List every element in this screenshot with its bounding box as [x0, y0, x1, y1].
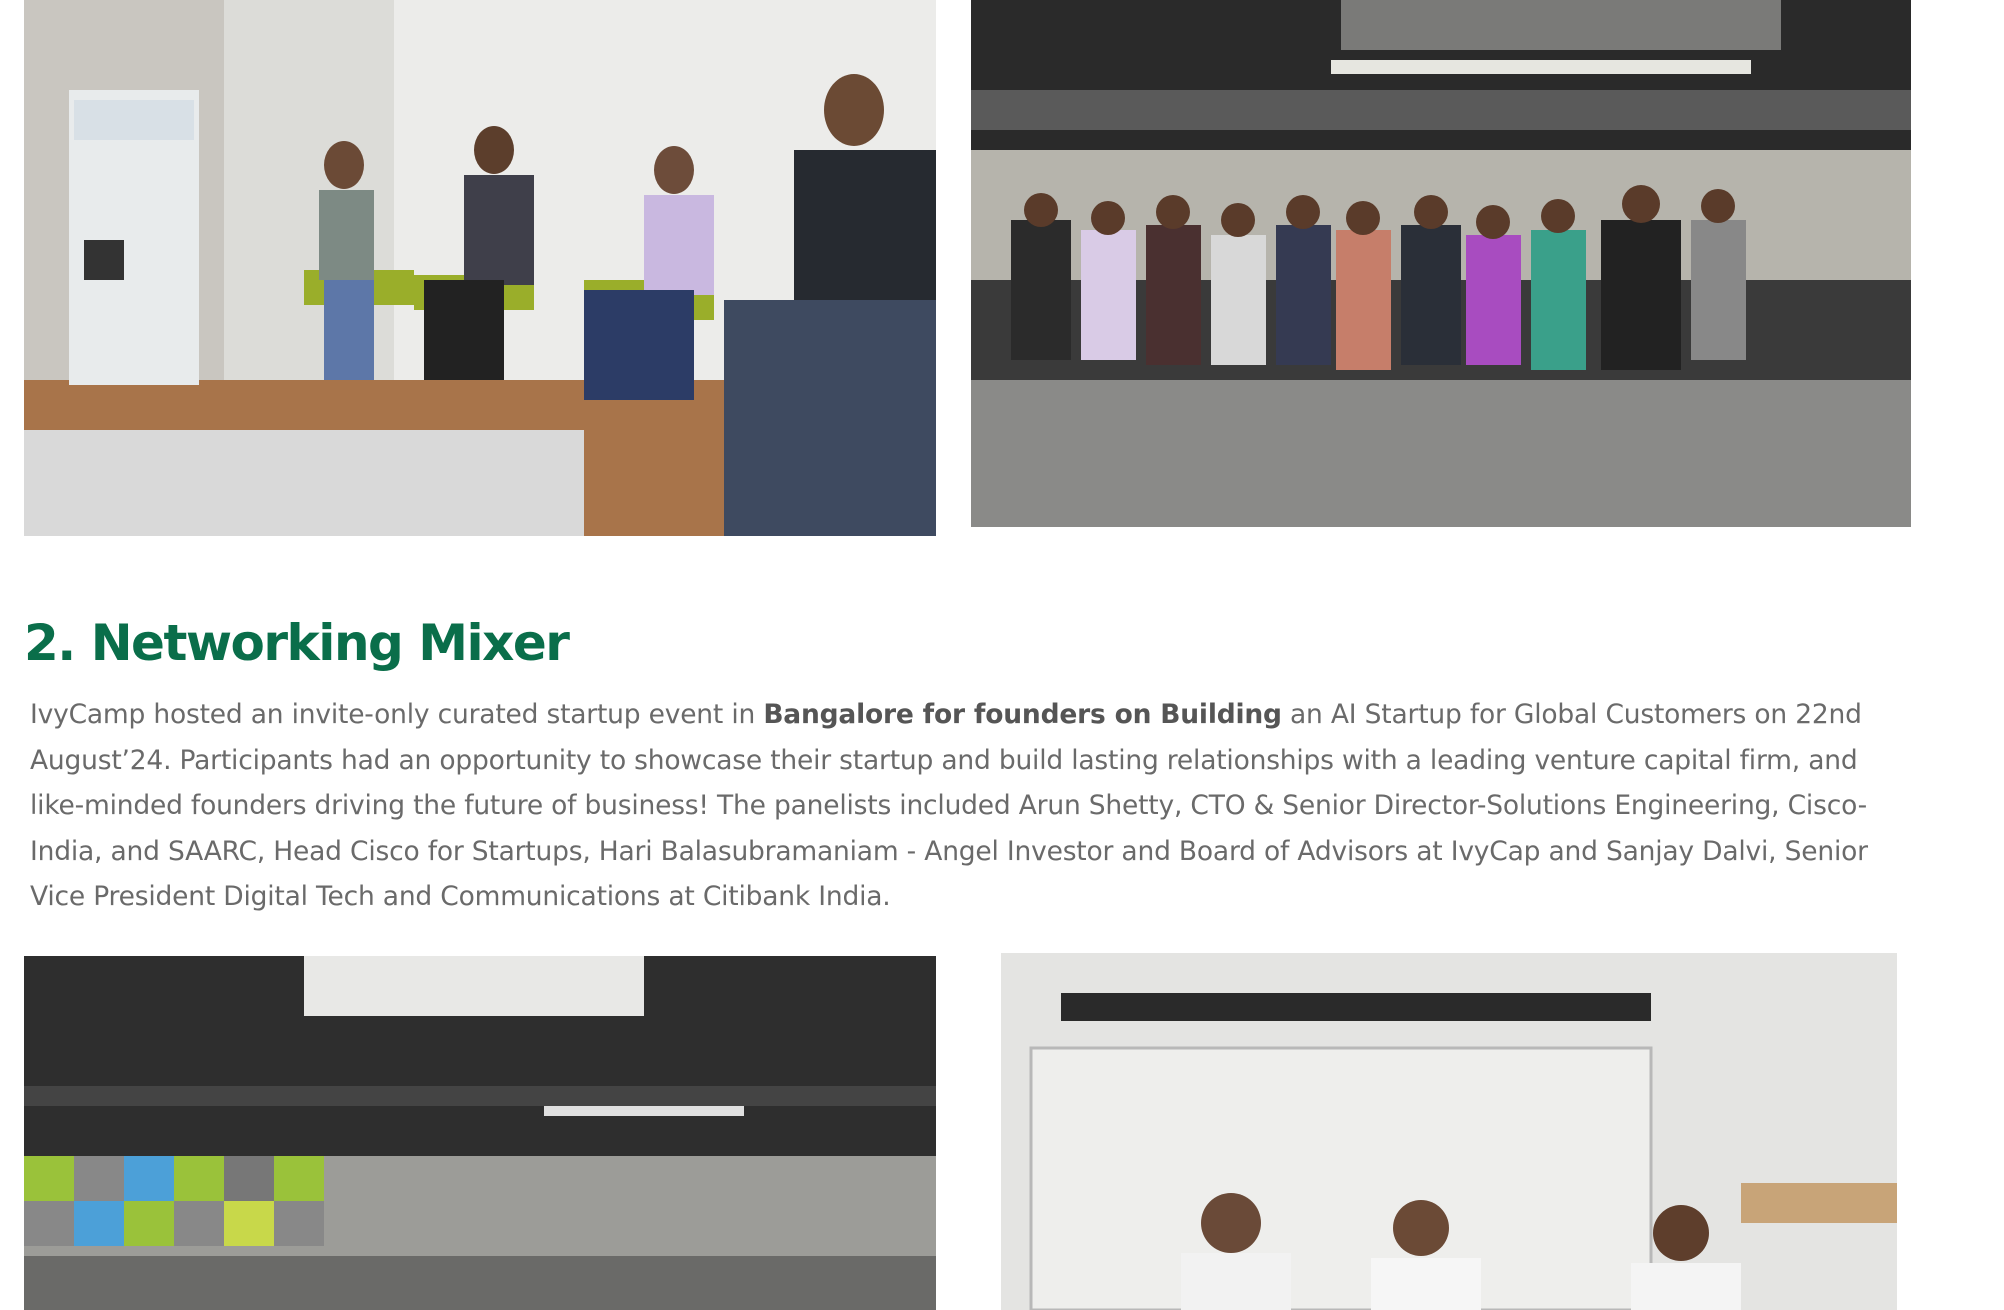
audience-photo-bottom: [24, 956, 936, 1310]
section-title: 2. Networking Mixer: [24, 614, 570, 672]
section-body-text-1: IvyCamp hosted an invite-only curated st…: [30, 699, 764, 730]
panel-discussion-photo-top: [24, 0, 936, 536]
section-body-bold: Bangalore for founders on Building: [763, 699, 1282, 730]
panel-discussion-photo-bottom: [1001, 953, 1897, 1310]
section-body-text-2: an AI Startup for Global Customers on 22…: [30, 699, 1868, 912]
group-photo-top: [971, 0, 1911, 527]
section-body: IvyCamp hosted an invite-only curated st…: [30, 692, 1910, 920]
page: 2. Networking Mixer IvyCamp hosted an in…: [0, 0, 2004, 1310]
